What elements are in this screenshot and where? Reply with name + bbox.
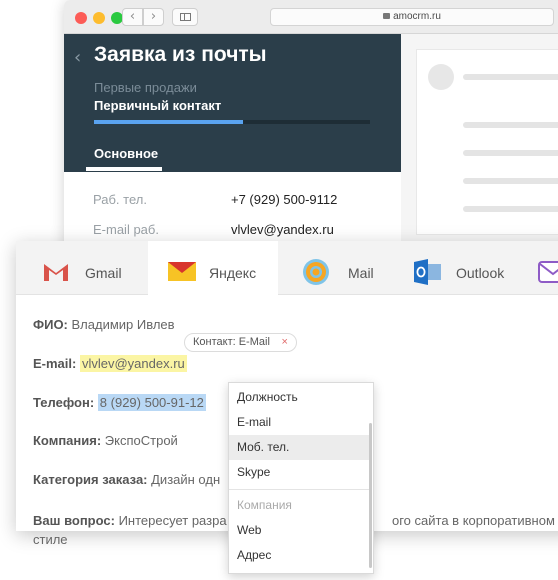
active-tab-indicator	[86, 167, 162, 171]
field-type-dropdown[interactable]: Должность E-mail Моб. тел. Skype Компани…	[228, 382, 374, 574]
fio-label: ФИО:	[33, 317, 68, 332]
phone-value-selection[interactable]: 8 (929) 500-91-12	[97, 394, 206, 411]
url-text: amocrm.ru	[393, 11, 441, 22]
skeleton-line	[463, 74, 558, 80]
skeleton-avatar	[428, 64, 454, 90]
gmail-icon	[43, 262, 69, 282]
field-work-phone[interactable]: Раб. тел. +7 (929) 500-9112	[93, 192, 337, 207]
browser-toolbar: ‹ › amocrm.ru	[64, 0, 558, 34]
field-value[interactable]: +7 (929) 500-9112	[231, 192, 337, 207]
skeleton-line	[463, 178, 558, 184]
stage-name[interactable]: Первичный контакт	[94, 98, 221, 113]
phone-label: Телефон:	[33, 395, 95, 410]
mail-provider-tabs: Gmail Яндекс Mail Outlook	[16, 241, 558, 296]
skeleton-card	[416, 49, 558, 235]
dropdown-item-address[interactable]: Адрес	[229, 543, 369, 568]
fio-value[interactable]: Владимир Ивлев	[72, 317, 175, 332]
email-line-category: Категория заказа: Дизайн одн	[33, 472, 220, 487]
tab-label: Яндекс	[209, 265, 257, 281]
sidebar-icon	[180, 13, 191, 21]
dropdown-item-skype[interactable]: Skype	[229, 460, 369, 485]
email-line-email: E-mail: vlvlev@yandex.ru	[33, 355, 187, 372]
dropdown-item-web[interactable]: Web	[229, 518, 369, 543]
tab-mail-ru[interactable]: Mail	[278, 241, 408, 295]
email-label: E-mail:	[33, 356, 77, 371]
category-value[interactable]: Дизайн одн	[151, 472, 220, 487]
chip-label: Контакт: E-Mail	[193, 336, 270, 348]
yandex-mail-icon	[168, 262, 196, 281]
lock-icon	[383, 13, 391, 19]
back-arrow-icon[interactable]: ‹	[74, 47, 81, 68]
question-value-wrap[interactable]: стиле	[33, 532, 68, 547]
field-label: E-mail раб.	[93, 222, 159, 237]
skeleton-line	[463, 122, 558, 128]
forward-button[interactable]: ›	[143, 8, 164, 26]
skeleton-line	[463, 150, 558, 156]
field-work-email[interactable]: E-mail раб. vlvlev@yandex.ru	[93, 222, 334, 237]
close-window-button[interactable]	[75, 12, 87, 24]
category-label: Категория заказа:	[33, 472, 148, 487]
address-bar[interactable]: amocrm.ru	[270, 8, 554, 26]
dropdown-item-mobile-phone[interactable]: Моб. тел.	[229, 435, 369, 460]
question-label: Ваш вопрос:	[33, 513, 115, 528]
chip-close-icon[interactable]: ×	[281, 334, 287, 351]
back-button[interactable]: ‹	[122, 8, 143, 26]
pipeline-name[interactable]: Первые продажи	[94, 80, 197, 95]
email-line-question-wrap: стиле	[33, 532, 68, 547]
email-value-highlight[interactable]: vlvlev@yandex.ru	[79, 355, 187, 372]
tab-label: Outlook	[456, 265, 505, 281]
dropdown-separator	[229, 489, 369, 490]
email-line-question-tail: ого сайта в корпоративном	[392, 513, 555, 528]
envelope-icon	[538, 261, 558, 283]
email-line-company: Компания: ЭкспоСтрой	[33, 433, 178, 448]
dropdown-item-email[interactable]: E-mail	[229, 410, 369, 435]
tab-gmail[interactable]: Gmail	[16, 241, 148, 295]
mail-ru-icon	[303, 259, 329, 285]
dropdown-scrollbar[interactable]	[369, 423, 372, 568]
question-value-tail[interactable]: ого сайта в корпоративном	[392, 513, 555, 528]
email-line-fio: ФИО: Владимир Ивлев	[33, 317, 175, 332]
outlook-icon	[414, 259, 441, 285]
minimize-window-button[interactable]	[93, 12, 105, 24]
tab-main[interactable]: Основное	[94, 146, 158, 161]
crm-lead-header: ‹ Заявка из почты Первые продажи Первичн…	[64, 34, 401, 172]
dropdown-item-position[interactable]: Должность	[229, 385, 369, 410]
field-value[interactable]: vlvlev@yandex.ru	[231, 222, 334, 237]
tab-label: Gmail	[85, 265, 122, 281]
dropdown-group-company: Компания	[237, 498, 292, 512]
email-line-question: Ваш вопрос: Интересует разра	[33, 513, 227, 528]
tab-yandex[interactable]: Яндекс	[148, 241, 278, 296]
sidebar-toggle-button[interactable]	[172, 8, 198, 26]
stage-progress-fill	[94, 120, 244, 124]
stage-progress-bar	[94, 120, 370, 124]
field-label: Раб. тел.	[93, 192, 147, 207]
tab-more[interactable]	[526, 241, 558, 295]
skeleton-line	[463, 206, 558, 212]
page-title: Заявка из почты	[94, 43, 267, 66]
tab-label: Mail	[348, 265, 374, 281]
company-value[interactable]: ЭкспоСтрой	[105, 433, 178, 448]
company-label: Компания:	[33, 433, 102, 448]
email-line-phone: Телефон: 8 (929) 500-91-12	[33, 394, 206, 411]
contact-email-chip[interactable]: Контакт: E-Mail ×	[184, 333, 297, 352]
tab-outlook[interactable]: Outlook	[408, 241, 526, 295]
question-value[interactable]: Интересует разра	[119, 513, 227, 528]
